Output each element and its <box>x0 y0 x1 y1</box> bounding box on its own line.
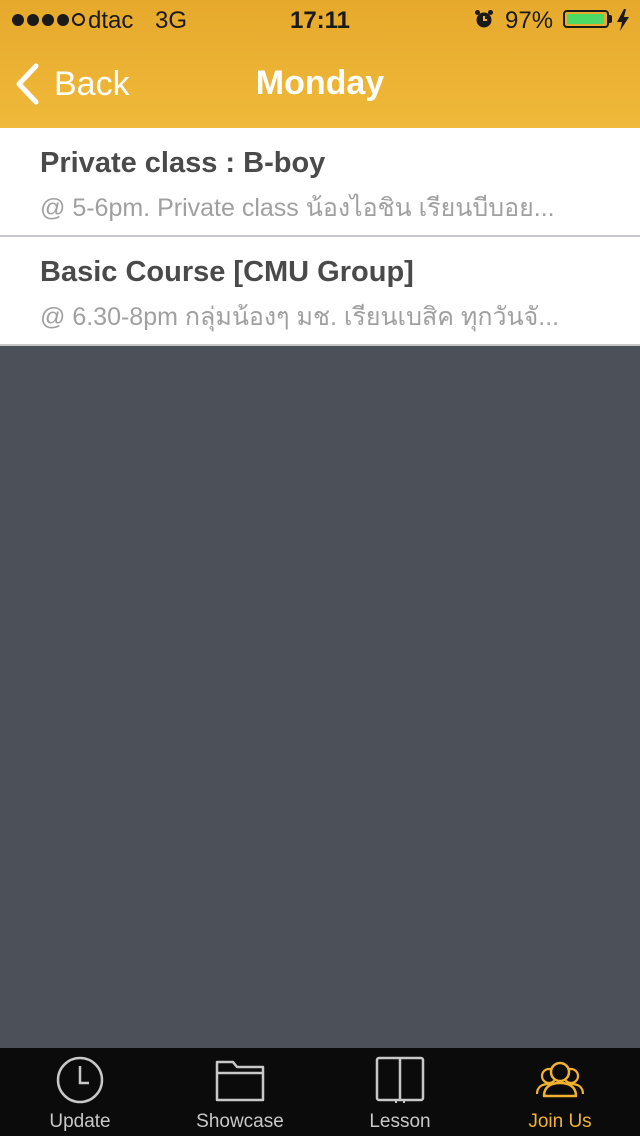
tab-label: Join Us <box>528 1111 592 1132</box>
tab-label: Update <box>49 1111 111 1132</box>
alarm-icon <box>475 10 493 28</box>
list-item[interactable]: Basic Course [CMU Group] @ 6.30-8pm กลุ่… <box>0 237 640 346</box>
battery-icon <box>563 10 609 28</box>
clock-icon <box>56 1056 104 1104</box>
battery-percent: 97% <box>505 7 554 34</box>
battery-cap <box>609 15 612 23</box>
header: dtac 3G 17:11 97% Back Monday <box>0 0 640 128</box>
folder-icon <box>215 1060 265 1102</box>
list-item-title: Basic Course [CMU Group] <box>40 256 414 288</box>
list-item-subtitle: @ 6.30-8pm กลุ่มน้องๆ มช. เรียนเบสิค ทุก… <box>40 303 560 331</box>
book-icon <box>375 1056 425 1103</box>
list-item-title: Private class : B-boy <box>40 147 326 179</box>
status-bar: dtac 3G 17:11 97% <box>0 0 640 40</box>
nav-bar: Back Monday <box>0 40 640 128</box>
charging-bolt-icon <box>617 9 629 31</box>
tab-showcase[interactable]: Showcase <box>160 1048 320 1136</box>
people-icon <box>535 1061 585 1098</box>
tab-bar: Update Showcase Lesson Join Us <box>0 1048 640 1136</box>
class-list: Private class : B-boy @ 5-6pm. Private c… <box>0 128 640 346</box>
list-item[interactable]: Private class : B-boy @ 5-6pm. Private c… <box>0 128 640 237</box>
page-title: Monday <box>255 64 385 102</box>
tab-join-us[interactable]: Join Us <box>480 1048 640 1136</box>
tab-lesson[interactable]: Lesson <box>320 1048 480 1136</box>
list-item-subtitle: @ 5-6pm. Private class น้องไอชิน เรียนบี… <box>40 194 555 222</box>
tab-label: Showcase <box>196 1111 284 1132</box>
screen: dtac 3G 17:11 97% Back Monday Private cl… <box>0 0 640 1136</box>
tab-update[interactable]: Update <box>0 1048 160 1136</box>
tab-label: Lesson <box>369 1111 431 1132</box>
